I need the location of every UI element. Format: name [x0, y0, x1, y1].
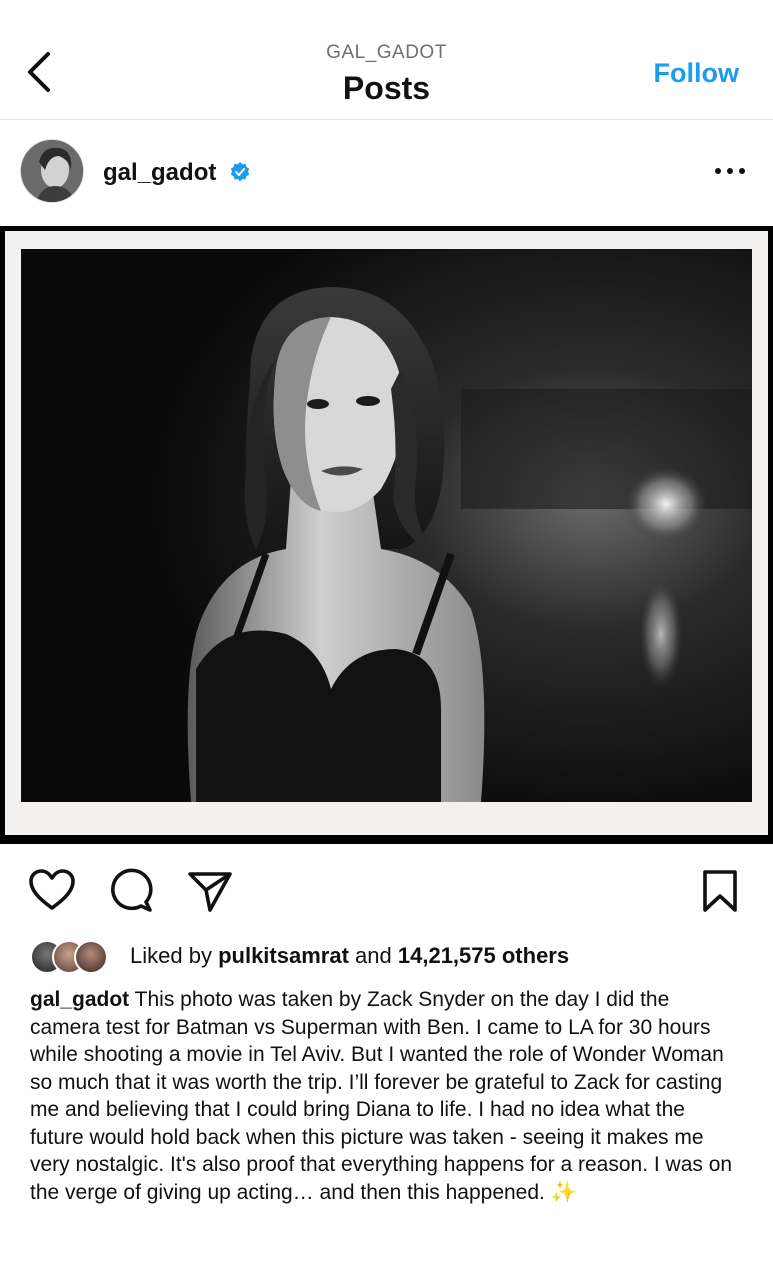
post-header: gal_gadot: [0, 120, 773, 226]
follow-button[interactable]: Follow: [654, 58, 739, 89]
likes-summary: Liked by pulkitsamrat and 14,21,575 othe…: [130, 943, 569, 969]
avatar[interactable]: [20, 139, 84, 203]
likes-prefix: Liked by: [130, 943, 212, 968]
photo-border: [5, 231, 768, 835]
portrait-photo: [21, 249, 752, 802]
post-actions: [0, 858, 773, 928]
likes-row[interactable]: Liked by pulkitsamrat and 14,21,575 othe…: [30, 940, 750, 976]
verified-badge-icon: [230, 162, 250, 182]
liker-avatar: [74, 940, 108, 974]
portrait-image: [21, 249, 752, 802]
likes-count[interactable]: 14,21,575 others: [398, 943, 569, 968]
avatar-portrait-image: [21, 140, 83, 202]
likes-and: and: [355, 943, 392, 968]
share-icon[interactable]: [186, 868, 234, 914]
liker-username[interactable]: pulkitsamrat: [218, 943, 349, 968]
post-caption: gal_gadot This photo was taken by Zack S…: [30, 986, 742, 1206]
post-photo[interactable]: [0, 226, 773, 844]
top-bar: GAL_GADOT Posts Follow: [0, 0, 773, 120]
bookmark-icon[interactable]: [700, 868, 740, 914]
caption-username[interactable]: gal_gadot: [30, 988, 129, 1011]
comment-icon[interactable]: [108, 868, 154, 914]
caption-text: This photo was taken by Zack Snyder on t…: [30, 988, 733, 1204]
post-username[interactable]: gal_gadot: [103, 159, 216, 187]
heart-icon[interactable]: [28, 868, 76, 912]
more-options-icon[interactable]: [713, 164, 747, 178]
sparkles-emoji: ✨: [550, 1180, 577, 1204]
